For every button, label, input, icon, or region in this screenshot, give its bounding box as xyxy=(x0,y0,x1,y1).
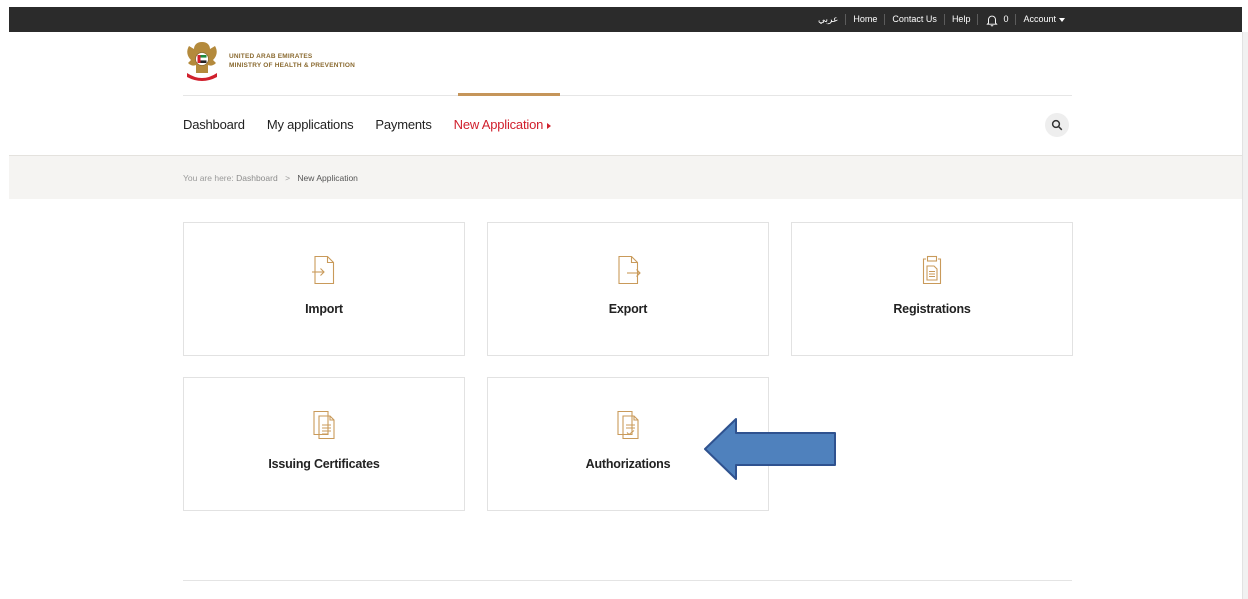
nav-new-application[interactable]: New Application xyxy=(454,117,552,132)
language-toggle[interactable]: عربي xyxy=(811,7,845,32)
active-nav-indicator xyxy=(458,93,560,96)
utility-nav: عربي Home Contact Us Help 0 Account xyxy=(811,7,1072,32)
document-icon xyxy=(313,410,335,440)
annotation-arrow-icon xyxy=(704,418,836,480)
breadcrumb-prefix: You are here: xyxy=(183,173,234,183)
file-import-icon xyxy=(312,255,335,285)
tile-export-label: Export xyxy=(608,302,648,316)
account-label: Account xyxy=(1023,14,1056,24)
nav-dashboard[interactable]: Dashboard xyxy=(183,117,245,132)
clipboard-icon xyxy=(922,255,942,285)
help-link[interactable]: Help xyxy=(945,7,978,32)
nav-divider xyxy=(183,95,1072,96)
search-icon xyxy=(1051,119,1063,131)
nav-payments[interactable]: Payments xyxy=(375,117,431,132)
caret-right-icon xyxy=(547,122,552,129)
search-button[interactable] xyxy=(1045,113,1069,137)
document-check-icon xyxy=(617,410,639,440)
nav-my-applications[interactable]: My applications xyxy=(267,117,354,132)
account-menu[interactable]: Account xyxy=(1016,7,1072,32)
bell-icon xyxy=(986,15,999,26)
footer-divider xyxy=(183,580,1072,581)
breadcrumb: You are here: Dashboard > New Applicatio… xyxy=(183,173,358,183)
top-utility-bar: عربي Home Contact Us Help 0 Account xyxy=(9,7,1242,32)
notifications-button[interactable]: 0 xyxy=(978,7,1015,32)
logo-line-2: MINISTRY OF HEALTH & PREVENTION xyxy=(229,62,355,69)
ministry-logo[interactable]: UNITED ARAB EMIRATES MINISTRY OF HEALTH … xyxy=(183,39,355,83)
notification-count: 0 xyxy=(1003,14,1009,24)
tile-import-label: Import xyxy=(305,302,343,316)
tile-registrations[interactable]: Registrations xyxy=(791,222,1073,356)
breadcrumb-separator: > xyxy=(285,173,291,183)
file-export-icon xyxy=(618,255,641,285)
nav-new-application-label: New Application xyxy=(453,117,544,132)
breadcrumb-bar: You are here: Dashboard > New Applicatio… xyxy=(9,155,1242,199)
breadcrumb-dashboard-link[interactable]: Dashboard xyxy=(236,173,278,183)
breadcrumb-current: New Application xyxy=(297,173,358,183)
tile-import[interactable]: Import xyxy=(183,222,465,356)
caret-down-icon xyxy=(1059,17,1065,22)
tile-registrations-label: Registrations xyxy=(893,302,971,316)
home-link[interactable]: Home xyxy=(846,7,884,32)
contact-us-link[interactable]: Contact Us xyxy=(885,7,944,32)
logo-text: UNITED ARAB EMIRATES MINISTRY OF HEALTH … xyxy=(229,52,355,70)
tile-issuing-certificates[interactable]: Issuing Certificates xyxy=(183,377,465,511)
tile-issuing-certificates-label: Issuing Certificates xyxy=(268,457,380,471)
tile-export[interactable]: Export xyxy=(487,222,769,356)
emblem-icon xyxy=(187,42,217,81)
logo-line-1: UNITED ARAB EMIRATES xyxy=(229,53,313,60)
page-scrollbar[interactable] xyxy=(1242,32,1248,599)
main-nav: Dashboard My applications Payments New A… xyxy=(183,117,573,132)
